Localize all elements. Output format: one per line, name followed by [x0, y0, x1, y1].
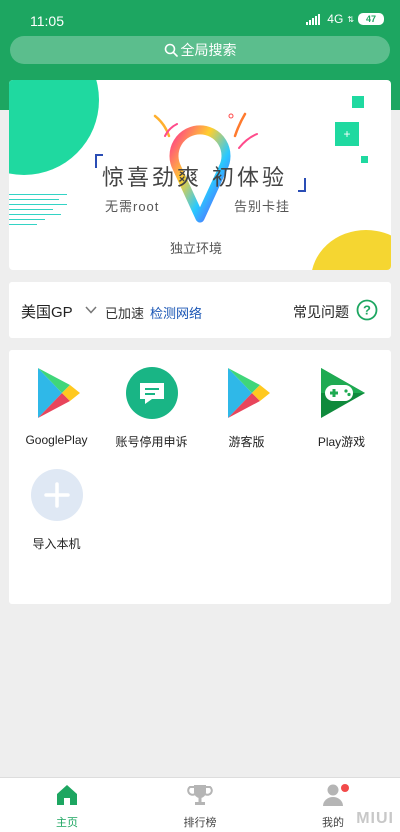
banner-decor-lines — [9, 194, 67, 229]
status-indicators: 4G ⇅ 47 — [306, 12, 384, 26]
faq-link[interactable]: 常见问题 — [293, 302, 349, 322]
banner-decor-circle-yellow — [311, 230, 391, 270]
help-symbol: ? — [363, 303, 371, 318]
banner-decor-circle — [9, 80, 99, 175]
search-label: 全局搜索 — [180, 42, 237, 58]
app-account-appeal[interactable]: 账号停用申诉 — [104, 366, 199, 450]
network-arrows-icon: ⇅ — [347, 14, 354, 24]
acceleration-status: 已加速 — [105, 306, 145, 321]
tab-label: 排行榜 — [183, 817, 217, 829]
tab-label: 主页 — [56, 817, 78, 829]
help-icon[interactable]: ? — [356, 299, 378, 321]
app-label: 导入本机 — [32, 537, 81, 551]
promo-banner[interactable]: + 惊喜劲爽 初体验 无需root 告别卡挂 独立环境 — [9, 80, 391, 270]
appeal-message-icon — [125, 367, 178, 419]
detect-network-link[interactable]: 检测网络 — [150, 303, 202, 322]
app-label: 游客版 — [228, 435, 265, 449]
banner-subtitle-left: 无需root — [105, 199, 160, 214]
chevron-down-icon[interactable] — [84, 303, 98, 317]
watermark: MIUI — [356, 810, 394, 827]
apps-grid: GooglePlay 账号停用申诉 游客版 Play游戏 导入本机 — [9, 350, 391, 604]
status-time: 11:05 — [30, 13, 64, 29]
network-type: 4G — [327, 12, 344, 26]
app-google-play[interactable]: GooglePlay — [9, 366, 104, 447]
status-bar: 11:05 4G ⇅ 47 — [0, 0, 400, 36]
banner-plus-box: + — [335, 122, 359, 146]
banner-bottom-text: 独立环境 — [170, 241, 223, 256]
tab-home[interactable]: 主页 — [27, 782, 107, 830]
banner-decor-square — [352, 96, 364, 108]
signal-icon — [306, 13, 321, 25]
battery-icon: 47 — [358, 13, 384, 25]
region-card: 美国GP 已加速 检测网络 常见问题 ? — [9, 282, 391, 338]
banner-title: 惊喜劲爽 初体验 — [102, 166, 287, 191]
google-play-icon — [227, 368, 270, 418]
banner-bracket-right — [298, 178, 306, 192]
app-play-games[interactable]: Play游戏 — [294, 366, 389, 450]
banner-decor-square-small — [361, 156, 368, 163]
region-selector-label[interactable]: 美国GP — [21, 301, 73, 322]
app-label: Play游戏 — [317, 435, 366, 449]
banner-plus-symbol: + — [343, 127, 351, 141]
banner-subtitle-right: 告别卡挂 — [234, 199, 291, 214]
app-guest[interactable]: 游客版 — [199, 366, 294, 450]
home-icon — [57, 785, 77, 805]
app-import-local[interactable]: 导入本机 — [9, 468, 104, 552]
search-bar[interactable]: 全局搜索 — [10, 36, 390, 64]
google-play-icon — [37, 368, 80, 418]
bottom-tab-bar: 主页 排行榜 我的 — [0, 777, 400, 832]
search-icon — [164, 43, 178, 57]
add-icon — [30, 469, 83, 521]
battery-level: 47 — [365, 14, 376, 24]
app-label: GooglePlay — [25, 433, 88, 447]
play-games-icon — [320, 368, 365, 418]
trophy-icon — [187, 785, 213, 805]
tab-ranking[interactable]: 排行榜 — [160, 782, 240, 830]
app-label: 账号停用申诉 — [115, 435, 188, 449]
notification-dot — [341, 784, 349, 792]
